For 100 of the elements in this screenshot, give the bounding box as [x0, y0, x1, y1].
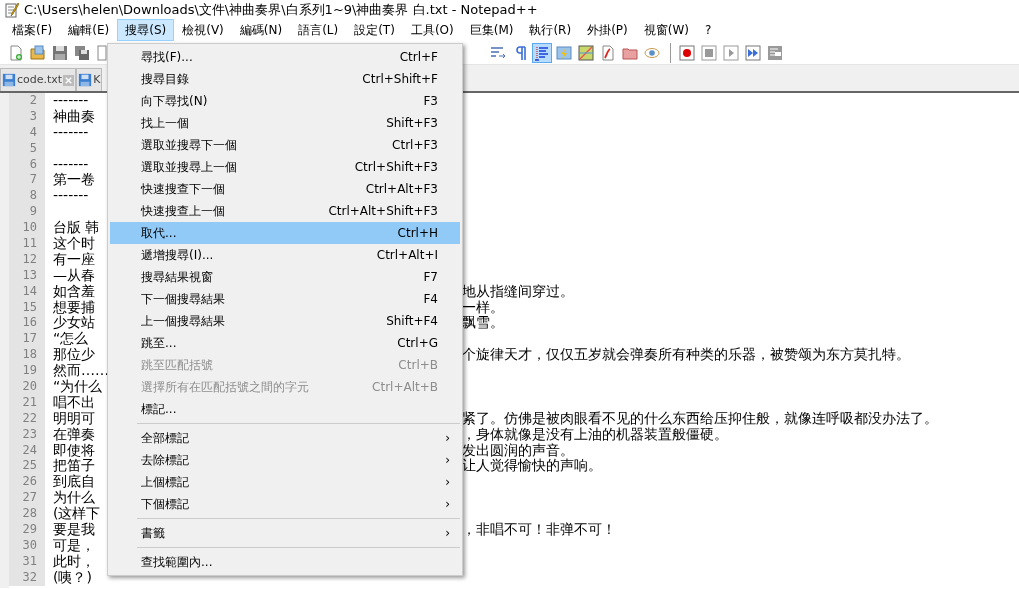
submenu-arrow: ›: [445, 452, 450, 469]
text-line: 如含羞: [53, 282, 95, 299]
menu-option[interactable]: 尋找(F)... Ctrl+F: [110, 46, 460, 68]
option-label: 搜尋目錄: [141, 71, 189, 88]
text-line: 少女站: [53, 314, 95, 331]
close-icon[interactable]: [63, 74, 75, 86]
tab-label: K: [93, 71, 101, 88]
menu-item[interactable]: ?: [696, 19, 720, 41]
line-number: 11: [9, 236, 45, 252]
option-label: 快速搜查上一個: [141, 203, 225, 220]
indent-guide-icon[interactable]: [532, 42, 552, 63]
text-line: 一样。: [462, 299, 504, 316]
line-number: 18: [9, 347, 45, 364]
shortcut: Ctrl+Alt+I: [376, 247, 438, 264]
line-number: 20: [9, 379, 45, 395]
menu-option[interactable]: 選取並搜尋上一個 Ctrl+Shift+F3: [110, 156, 460, 178]
text-line: 到底自: [53, 473, 95, 490]
menu-item[interactable]: 工具(O): [402, 19, 462, 41]
line-number: 7: [9, 172, 45, 189]
option-label: 標記...: [141, 401, 177, 418]
text-line: 把笛子: [53, 457, 95, 474]
line-number: 10: [9, 220, 45, 236]
option-label: 跳至...: [141, 335, 177, 352]
shortcut: Ctrl+Alt+Shift+F3: [328, 203, 438, 220]
text-line: 即使将: [53, 441, 95, 458]
line-number: 29: [9, 522, 45, 538]
fast-forward-icon[interactable]: [743, 42, 763, 63]
text-line: 个旋律天才，仅仅五岁就会弹奏所有种类的乐器，被赞颂为东方莫扎特。: [462, 347, 910, 364]
option-label: 向下尋找(N): [141, 93, 208, 110]
shortcut: F3: [423, 93, 438, 110]
line-number: 26: [9, 474, 45, 491]
shortcut: Ctrl+Shift+F: [362, 71, 438, 88]
menu-option[interactable]: 選取並搜尋下一個 Ctrl+F3: [110, 134, 460, 156]
text-line: 要是我: [53, 521, 95, 538]
text-line: ，身体就像是没有上油的机器装置般僵硬。: [462, 426, 728, 443]
text-line: 第一卷: [53, 171, 95, 188]
tab[interactable]: code.txt: [0, 68, 77, 91]
menu-item[interactable]: 設定(T): [346, 19, 403, 41]
option-label: 找上一個: [141, 115, 189, 132]
text-line: -------: [53, 187, 89, 204]
menu-item[interactable]: 編輯(E): [60, 19, 118, 41]
record-icon[interactable]: [677, 42, 697, 63]
open-folder-icon[interactable]: [28, 42, 48, 63]
menu-item[interactable]: 執行(R): [521, 19, 580, 41]
menu-option[interactable]: 去除標記 ›: [110, 449, 460, 471]
text-line: 可是，: [53, 536, 95, 553]
shortcut: Ctrl+B: [398, 357, 438, 374]
menu-option[interactable]: 找上一個 Shift+F3: [110, 112, 460, 134]
menu-item[interactable]: 編碼(N): [231, 19, 291, 41]
text-line: ，非唱不可！非弹不可！: [462, 522, 616, 538]
option-label: 快速搜查下一個: [141, 181, 225, 198]
menu-option[interactable]: 向下尋找(N) F3: [110, 90, 460, 112]
tab[interactable]: K: [76, 68, 103, 91]
submenu-arrow: ›: [445, 525, 450, 542]
menu-option[interactable]: 快速搜查上一個 Ctrl+Alt+Shift+F3: [110, 200, 460, 222]
option-label: 全部標記: [141, 430, 189, 447]
shortcut: Ctrl+Alt+F3: [365, 181, 438, 198]
menu-item[interactable]: 視窗(W): [635, 19, 697, 41]
menu-option[interactable]: 快速搜查下一個 Ctrl+Alt+F3: [110, 178, 460, 200]
menu-option[interactable]: 查找範圍內...: [110, 551, 460, 573]
menu-option[interactable]: 標記...: [110, 398, 460, 420]
shortcut: Ctrl+F: [399, 49, 438, 66]
text-line: 地从指缝间穿过。: [462, 283, 574, 300]
menu-option[interactable]: 跳至... Ctrl+G: [110, 332, 460, 354]
menu-item[interactable]: 語言(L): [290, 19, 347, 41]
line-number: 25: [9, 458, 45, 475]
menu-option[interactable]: 搜尋目錄 Ctrl+Shift+F: [110, 68, 460, 90]
menu-option[interactable]: 遞增搜尋(I)... Ctrl+Alt+I: [110, 244, 460, 266]
stop-icon[interactable]: [699, 42, 719, 63]
menu-option[interactable]: 書籤 ›: [110, 522, 460, 544]
menu-item[interactable]: 搜尋(S): [117, 19, 175, 41]
tab-label: code.txt: [17, 71, 63, 88]
menu-option[interactable]: 下一個搜尋結果 F4: [110, 288, 460, 310]
option-label: 下個標記: [141, 496, 189, 513]
option-label: 上一個搜尋結果: [141, 313, 225, 330]
option-label: 尋找(F)...: [141, 49, 193, 66]
text-line: -------: [53, 93, 89, 108]
shortcut: Ctrl+Alt+B: [372, 379, 438, 396]
play-icon[interactable]: [721, 42, 741, 63]
text-line: 唱不出: [53, 393, 95, 410]
text-line: (这样下: [53, 505, 101, 522]
shortcut: Ctrl+F3: [392, 137, 438, 154]
map-icon[interactable]: [576, 42, 596, 63]
menu-option[interactable]: 全部標記 ›: [110, 427, 460, 449]
menu-option[interactable]: 下個標記 ›: [110, 493, 460, 515]
menu-item[interactable]: 外掛(P): [579, 19, 636, 41]
save-icon: [2, 73, 16, 87]
menu-item[interactable]: 檢視(V): [174, 19, 232, 41]
text-line: 那位少: [53, 346, 95, 363]
menu-option[interactable]: 搜尋結果視窗 F7: [110, 266, 460, 288]
text-line: 想要捕: [53, 298, 95, 315]
line-number: 28: [9, 506, 45, 523]
text-line: 为什么: [53, 489, 95, 506]
menu-option[interactable]: 取代... Ctrl+H: [110, 222, 460, 244]
menu-option[interactable]: 上一個搜尋結果 Shift+F4: [110, 310, 460, 332]
menu-item[interactable]: 檔案(F): [4, 19, 61, 41]
option-label: 搜尋結果視窗: [141, 269, 213, 286]
menu-option[interactable]: 上個標記 ›: [110, 471, 460, 493]
menu-item[interactable]: 巨集(M): [461, 19, 522, 41]
text-line: 明明可: [53, 409, 95, 426]
